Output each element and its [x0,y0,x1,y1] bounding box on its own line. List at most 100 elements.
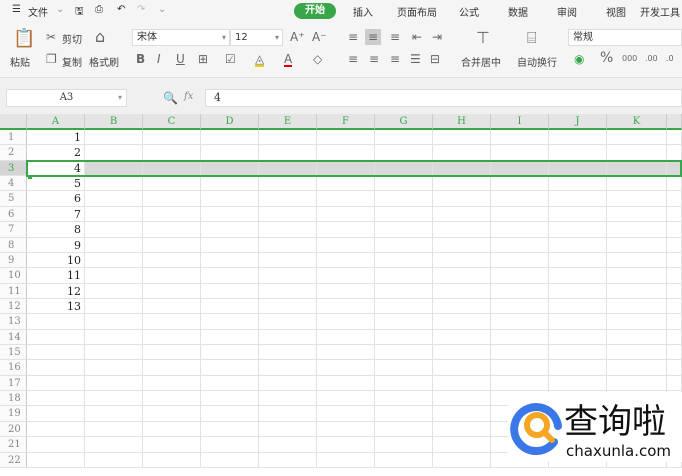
cell[interactable] [491,298,549,315]
cell[interactable] [375,130,433,146]
cell[interactable] [143,452,201,468]
cell[interactable] [375,160,433,177]
cell[interactable] [549,360,607,376]
cell[interactable] [433,160,491,177]
cell[interactable] [607,375,667,392]
cell[interactable] [143,421,201,438]
column-header[interactable]: C [143,114,201,130]
cell[interactable] [491,206,549,223]
align-top-icon[interactable]: ≡ [348,31,358,43]
cell[interactable] [259,191,317,207]
cell-style-icon[interactable]: ☑ [225,53,236,65]
cell[interactable] [317,298,375,315]
cell[interactable] [667,329,682,346]
cell[interactable] [143,252,201,269]
cell[interactable] [667,222,682,238]
cell[interactable] [201,360,259,376]
cell[interactable] [201,268,259,284]
cell[interactable] [491,360,549,376]
italic-icon[interactable]: I [157,53,161,65]
cell-a11[interactable]: 12 [27,283,85,299]
row-header[interactable]: 9 [0,252,27,269]
cell[interactable] [143,314,201,330]
cell[interactable] [667,375,682,392]
cell[interactable] [201,237,259,253]
cell[interactable] [201,421,259,438]
row-header[interactable]: 3 [0,160,27,177]
column-header[interactable]: J [549,114,607,130]
cell[interactable] [667,145,682,161]
row-header[interactable]: 2 [0,145,27,161]
border-icon[interactable]: ⊞ [198,53,208,65]
cell[interactable] [491,283,549,299]
row-header[interactable]: 17 [0,375,27,392]
cell[interactable] [85,145,143,161]
cell-a3[interactable]: 4 [27,160,85,177]
cell[interactable] [549,176,607,192]
cell[interactable] [549,375,607,392]
cell[interactable] [143,406,201,422]
cell[interactable] [317,222,375,238]
cell[interactable] [375,191,433,207]
cell[interactable] [259,237,317,253]
cell[interactable] [491,222,549,238]
cell[interactable] [433,375,491,392]
print-icon[interactable]: ⎙ [95,4,103,15]
cell-a9[interactable]: 10 [27,252,85,269]
cell[interactable] [375,314,433,330]
cell[interactable] [317,421,375,438]
chevron-down-icon[interactable]: ⌄ [56,4,64,15]
cell[interactable] [607,314,667,330]
cell[interactable] [549,237,607,253]
cell[interactable] [491,329,549,346]
cell[interactable] [317,252,375,269]
cell[interactable] [549,314,607,330]
cell[interactable] [607,283,667,299]
cell[interactable] [667,160,682,177]
cell[interactable] [549,222,607,238]
select-all-corner[interactable] [0,114,27,130]
font-size-select[interactable]: 12 ▾ [230,29,283,46]
cell[interactable] [143,283,201,299]
name-box[interactable]: A3 ▾ [6,89,127,107]
formula-input[interactable]: 4 [205,89,682,107]
cell[interactable] [143,437,201,453]
cell[interactable] [317,329,375,346]
cell[interactable] [317,391,375,407]
row-header[interactable]: 15 [0,345,27,361]
cell[interactable] [259,160,317,177]
cell[interactable] [433,360,491,376]
thousands-icon[interactable]: 000 [622,53,637,65]
cell[interactable] [85,283,143,299]
fx-icon[interactable]: fx [184,91,193,102]
cell[interactable] [549,298,607,315]
cell[interactable] [433,206,491,223]
cell[interactable] [491,268,549,284]
currency-icon[interactable]: ◉ [574,53,584,65]
cell[interactable] [317,130,375,146]
cell[interactable] [143,130,201,146]
column-header[interactable]: I [491,114,549,130]
cell[interactable] [433,130,491,146]
cell[interactable] [259,406,317,422]
cell-a17[interactable] [27,375,85,392]
row-header[interactable]: 11 [0,283,27,299]
align-left-icon[interactable]: ≡ [348,53,358,65]
font-name-select[interactable]: 宋体 ▾ [132,29,230,46]
cell[interactable] [607,252,667,269]
cell-a4[interactable]: 5 [27,176,85,192]
cell-a1[interactable]: 1 [27,130,85,146]
cell-a10[interactable]: 11 [27,268,85,284]
cell[interactable] [85,268,143,284]
cell[interactable] [85,452,143,468]
cell[interactable] [143,206,201,223]
cell[interactable] [667,314,682,330]
tab-insert[interactable]: 插入 [353,4,373,19]
cell[interactable] [201,391,259,407]
cell[interactable] [433,145,491,161]
clear-icon[interactable]: ◇ [313,53,322,65]
cell[interactable] [259,421,317,438]
menu-file[interactable]: 文件 [28,4,48,19]
cell[interactable] [201,283,259,299]
zoom-icon[interactable]: 🔍 [163,91,178,105]
